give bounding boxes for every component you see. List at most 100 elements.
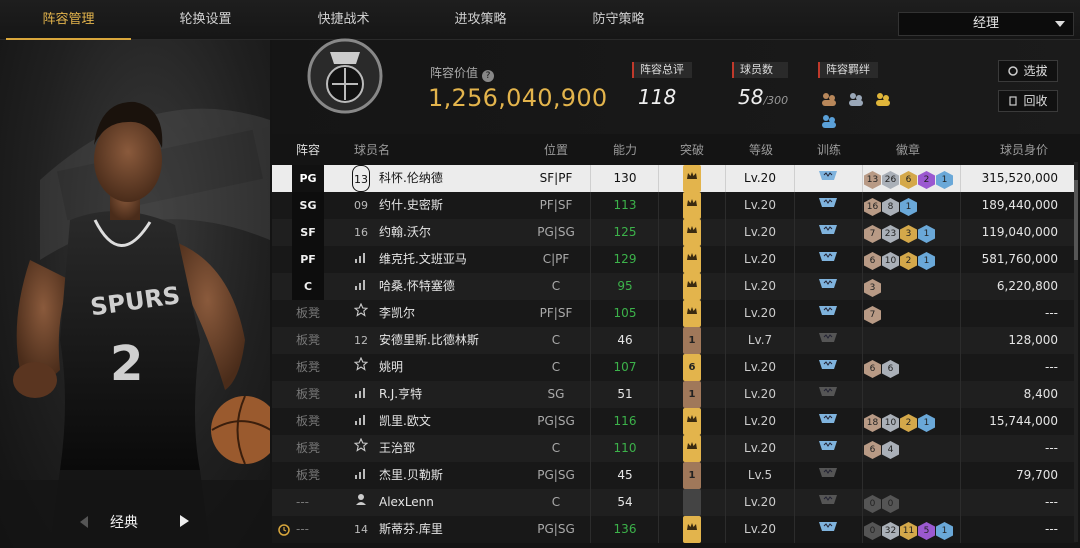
column-divider (960, 192, 961, 219)
training-icon[interactable] (818, 192, 838, 219)
table-row[interactable]: SG 09 约什.史密斯 PF|SF 113 Lv.20 16 8 1 189,440,000 (272, 192, 1076, 219)
roster-table: 阵容 球员名 位置 能力 突破 等级 训练 徽章 球员身价 PG 13 科怀.伦纳德… (272, 134, 1080, 548)
table-row[interactable]: SF 16 约翰.沃尔 PG|SG 125 Lv.20 7 23 3 1 119,040,000 (272, 219, 1076, 246)
player-name[interactable]: 王治郅 (379, 435, 415, 462)
bench-slot-label[interactable]: --- (296, 516, 309, 543)
training-icon[interactable] (818, 354, 838, 381)
player-level: Lv.20 (744, 522, 776, 536)
bench-slot-label[interactable]: --- (296, 489, 309, 516)
table-row[interactable]: C 哈桑.怀特塞德 C 95 Lv.20 3 6,220,800 (272, 273, 1076, 300)
col-ability[interactable]: 能力 (613, 141, 637, 158)
table-row[interactable]: --- AlexLenn C 54 Lv.20 0 0 --- (272, 489, 1076, 516)
table-row[interactable]: 板凳 王治郅 C 110 Lv.20 6 4 --- (272, 435, 1076, 462)
tab-rotation[interactable]: 轮换设置 (143, 0, 268, 40)
position-slot-badge[interactable]: C (292, 273, 324, 300)
player-name[interactable]: 安德里斯.比德林斯 (379, 327, 479, 354)
bond-group-icon[interactable] (820, 112, 838, 130)
player-name[interactable]: 杰里.贝勒斯 (379, 462, 443, 489)
col-badges: 徽章 (896, 143, 921, 157)
bench-slot-label[interactable]: 板凳 (296, 462, 320, 489)
player-name[interactable]: 姚明 (379, 354, 403, 381)
crown-icon (683, 408, 701, 435)
table-row[interactable]: 板凳 凯里.欧文 PG|SG 116 Lv.20 18 10 2 1 15,744,000 (272, 408, 1076, 435)
table-row[interactable]: 板凳 12 安德里斯.比德林斯 C 46 1 Lv.7 128,000 (272, 327, 1076, 354)
table-row[interactable]: 板凳 李凯尔 PF|SF 105 Lv.20 7 --- (272, 300, 1076, 327)
column-divider (794, 327, 795, 354)
badge-list: 6 10 2 1 (864, 246, 936, 273)
table-row[interactable]: 板凳 R.J.亨特 SG 51 1 Lv.20 8,400 (272, 381, 1076, 408)
tab-offense[interactable]: 进攻策略 (418, 0, 543, 40)
training-icon[interactable] (818, 219, 838, 246)
tab-lineup[interactable]: 阵容管理 (6, 0, 131, 40)
bench-slot-label[interactable]: 板凳 (296, 435, 320, 462)
position-slot-badge[interactable]: SG (292, 192, 324, 219)
badge-hex-icon: 3 (864, 279, 881, 297)
training-icon[interactable] (818, 300, 838, 327)
column-divider (725, 246, 726, 273)
bench-slot-label[interactable]: 板凳 (296, 300, 320, 327)
player-name[interactable]: 斯蒂芬.库里 (379, 516, 443, 543)
training-icon[interactable] (818, 165, 838, 192)
player-name[interactable]: 哈桑.怀特塞德 (379, 273, 455, 300)
training-icon[interactable] (818, 381, 838, 408)
role-dropdown[interactable]: 经理 (898, 12, 1074, 36)
crown-icon (683, 273, 701, 300)
player-name[interactable]: 李凯尔 (379, 300, 415, 327)
bond-group-icon[interactable] (874, 90, 892, 108)
help-icon[interactable]: ? (482, 70, 495, 82)
bench-slot-label[interactable]: 板凳 (296, 354, 320, 381)
table-row[interactable]: PF 维克托.文班亚马 C|PF 129 Lv.20 6 10 2 1 581,760,000 (272, 246, 1076, 273)
player-name[interactable]: 约翰.沃尔 (379, 219, 431, 246)
table-row[interactable]: 板凳 姚明 C 107 6 Lv.20 6 6 --- (272, 354, 1076, 381)
player-ability: 125 (613, 225, 637, 239)
training-icon[interactable] (818, 327, 838, 354)
tab-defense[interactable]: 防守策略 (556, 0, 681, 40)
column-divider (658, 354, 659, 381)
badge-hex-icon: 2 (900, 414, 917, 432)
training-icon[interactable] (818, 408, 838, 435)
col-worth[interactable]: 球员身价 (1000, 141, 1048, 158)
training-icon[interactable] (818, 516, 838, 543)
scrollbar-thumb[interactable] (1074, 180, 1078, 260)
player-name[interactable]: AlexLenn (379, 489, 434, 516)
player-name[interactable]: 维克托.文班亚马 (379, 246, 467, 273)
training-icon[interactable] (818, 246, 838, 273)
position-slot-badge[interactable]: PG (292, 165, 324, 192)
bench-slot-label[interactable]: 板凳 (296, 408, 320, 435)
column-divider (794, 219, 795, 246)
player-name[interactable]: R.J.亨特 (379, 381, 422, 408)
training-icon[interactable] (818, 435, 838, 462)
training-icon[interactable] (818, 462, 838, 489)
position-slot-badge[interactable]: SF (292, 219, 324, 246)
column-divider (960, 273, 961, 300)
player-name[interactable]: 科怀.伦纳德 (379, 165, 443, 192)
table-row[interactable]: --- 14 斯蒂芬.库里 PG|SG 136 Lv.20 0 32 11 5 1 --- (272, 516, 1076, 543)
player-name[interactable]: 约什.史密斯 (379, 192, 443, 219)
player-level: Lv.20 (744, 198, 776, 212)
training-icon[interactable] (818, 489, 838, 516)
bench-slot-label[interactable]: 板凳 (296, 327, 320, 354)
bond-group-icon[interactable] (820, 90, 838, 108)
svg-text:2: 2 (110, 336, 143, 392)
next-variant-arrow-icon[interactable] (180, 515, 189, 527)
bench-slot-label[interactable]: 板凳 (296, 381, 320, 408)
training-icon[interactable] (818, 273, 838, 300)
table-row[interactable]: 板凳 杰里.贝勒斯 PG|SG 45 1 Lv.5 79,700 (272, 462, 1076, 489)
position-slot-badge[interactable]: PF (292, 246, 324, 273)
badge-hex-icon: 3 (900, 225, 917, 243)
player-level: Lv.20 (744, 279, 776, 293)
select-button[interactable]: 选拔 (998, 60, 1058, 82)
player-name[interactable]: 凯里.欧文 (379, 408, 431, 435)
column-divider (862, 354, 863, 381)
player-card: SPURS 2 经典 (0, 40, 270, 548)
recycle-button[interactable]: 回收 (998, 90, 1058, 112)
breakout-level-icon: 1 (683, 327, 701, 354)
column-divider (658, 489, 659, 516)
player-worth: 119,040,000 (981, 225, 1058, 239)
table-row[interactable]: PG 13 科怀.伦纳德 SF|PF 130 Lv.20 13 26 6 2 1 315,520,00… (272, 165, 1076, 192)
badge-hex-icon: 5 (918, 522, 935, 540)
prev-variant-arrow-icon[interactable] (80, 516, 88, 528)
bond-group-icon[interactable] (847, 90, 865, 108)
column-divider (862, 327, 863, 354)
col-level[interactable]: 等级 (749, 141, 773, 158)
